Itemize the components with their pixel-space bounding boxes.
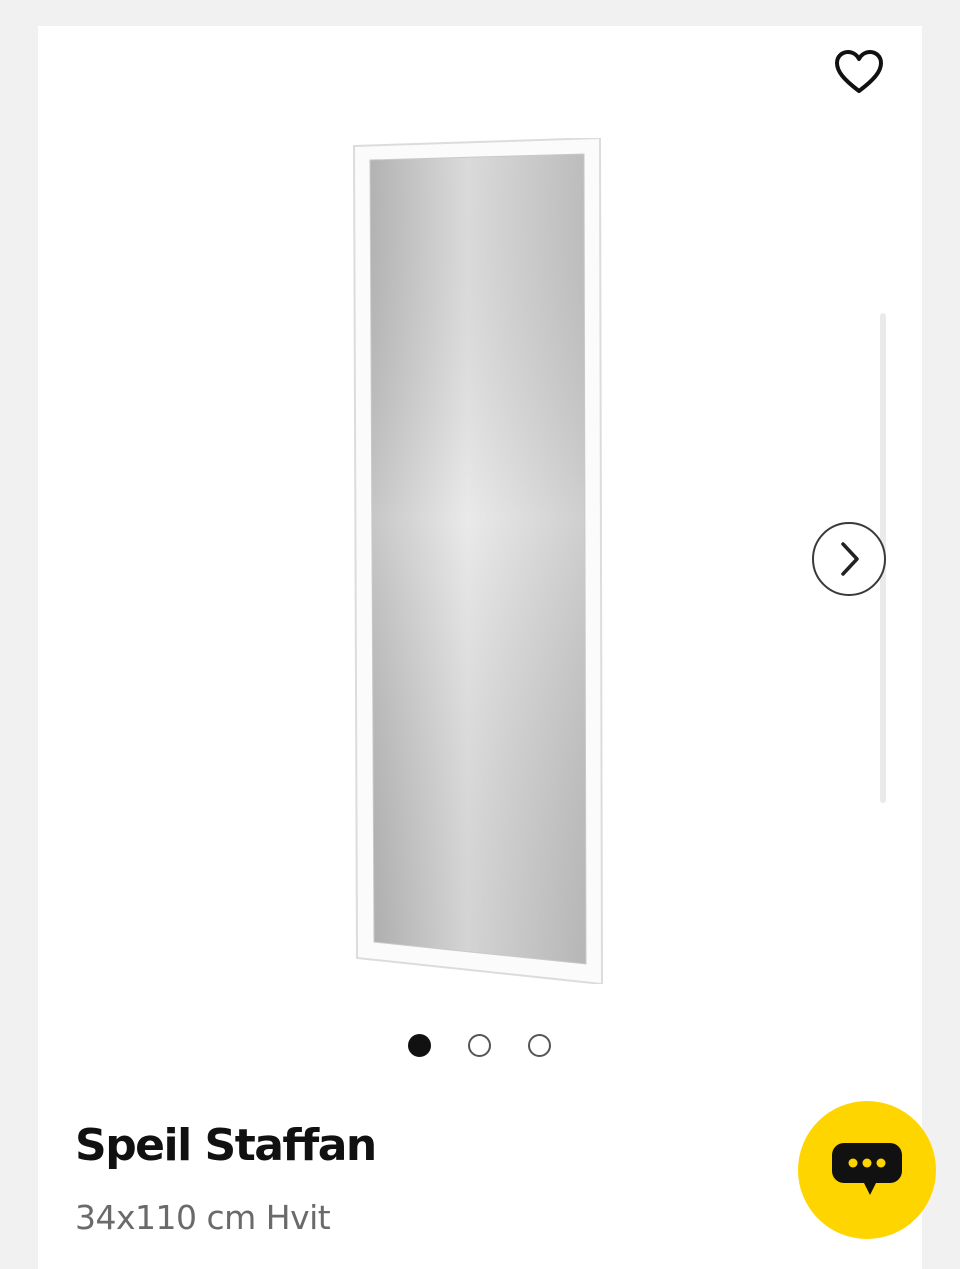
gallery-pagination: [408, 1034, 551, 1057]
product-subtitle: 34x110 cm Hvit: [75, 1198, 331, 1237]
product-title: Speil Staffan: [75, 1120, 377, 1171]
product-card: Speil Staffan 34x110 cm Hvit: [38, 26, 922, 1269]
next-image-button[interactable]: [812, 522, 886, 596]
favorite-button[interactable]: [833, 46, 885, 98]
heart-icon: [835, 50, 883, 93]
chevron-right-icon: [841, 542, 859, 576]
mirror-illustration: [352, 136, 604, 986]
chat-button[interactable]: [798, 1101, 936, 1239]
product-image[interactable]: [352, 136, 604, 986]
pagination-dot-1[interactable]: [408, 1034, 431, 1057]
pagination-dot-2[interactable]: [468, 1034, 491, 1057]
pagination-dot-3[interactable]: [528, 1034, 551, 1057]
chat-bubble-icon: [832, 1143, 902, 1195]
